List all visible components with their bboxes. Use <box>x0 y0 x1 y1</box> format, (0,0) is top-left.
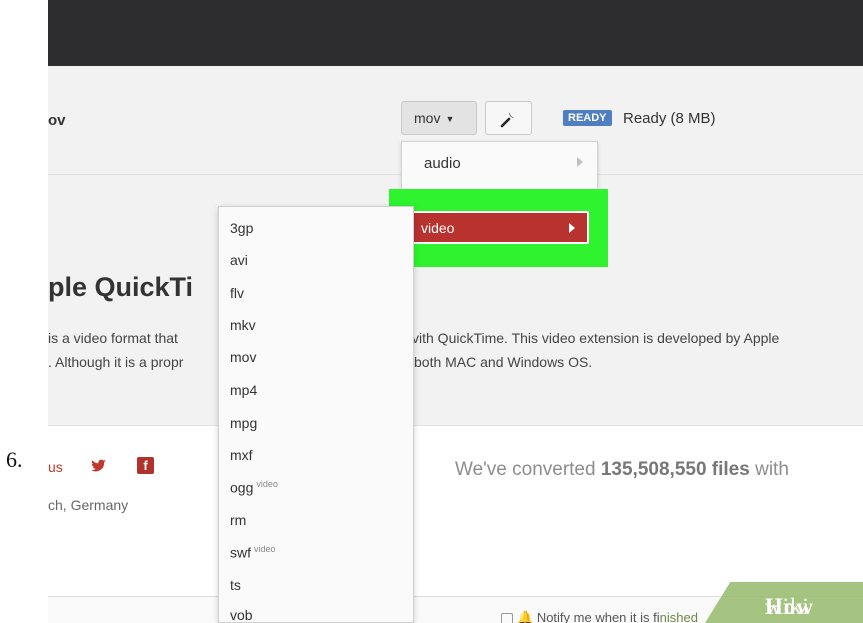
wikihow-watermark: wiki How <box>705 582 863 623</box>
twitter-icon[interactable] <box>91 459 107 477</box>
description-line-1-right: vith QuickTime. This video extension is … <box>412 330 780 346</box>
location-text: ch, Germany <box>48 497 129 513</box>
bell-icon: 🔔 <box>517 610 534 623</box>
format-label: ts <box>230 577 241 593</box>
format-item-3gp[interactable]: 3gp <box>230 220 253 236</box>
settings-button[interactable] <box>485 101 532 135</box>
conversion-stats: We've converted 135,508,550 files with <box>455 459 789 481</box>
format-button-label: mov <box>414 110 441 126</box>
wrench-icon <box>500 112 514 128</box>
format-item-mxf[interactable]: mxf <box>230 447 253 463</box>
chevron-right-icon <box>569 223 575 233</box>
facebook-icon[interactable]: f <box>137 457 154 474</box>
menu-item-label: audio <box>424 155 461 172</box>
status-text: Ready (8 MB) <box>623 110 716 127</box>
format-label: mkv <box>230 317 256 333</box>
top-navbar <box>48 0 863 66</box>
watermark-how: How <box>765 594 814 619</box>
format-label: 3gp <box>230 220 254 236</box>
format-item-ogg[interactable]: ogg video <box>230 479 278 496</box>
social-link[interactable]: us <box>48 459 63 475</box>
format-label: vob <box>230 607 253 623</box>
stats-suffix: with <box>749 459 789 480</box>
format-item-ts[interactable]: ts <box>230 577 241 593</box>
format-item-mpg[interactable]: mpg <box>230 415 257 431</box>
menu-item-video[interactable]: video <box>409 211 589 244</box>
stats-prefix: We've converted <box>455 459 601 480</box>
format-label: avi <box>230 252 248 268</box>
format-tag: video <box>254 544 276 554</box>
description-line-1-left: is a video format that <box>48 330 178 346</box>
format-item-mp4[interactable]: mp4 <box>230 382 257 398</box>
format-item-flv[interactable]: flv <box>230 285 244 301</box>
format-label: ogg <box>230 479 254 496</box>
caret-down-icon: ▼ <box>445 114 455 125</box>
step-number: 6. <box>6 447 23 472</box>
description-line-2-left: . Although it is a propr <box>48 354 184 370</box>
screenshot: ov mov ▼ READY Ready (8 MB) ple QuickTi i… <box>48 0 863 623</box>
notify-checkbox[interactable] <box>501 612 513 623</box>
description-line-2-right: both MAC and Windows OS. <box>414 354 593 370</box>
stats-count: 135,508,550 files <box>600 459 750 480</box>
format-label: mpg <box>230 415 258 431</box>
format-item-rm[interactable]: rm <box>230 512 246 528</box>
notify-text-overlapped: nished <box>659 610 698 623</box>
file-name: ov <box>48 112 66 129</box>
chevron-right-icon <box>577 157 583 167</box>
format-item-vob[interactable]: vob <box>230 607 253 623</box>
format-label: mov <box>230 349 257 365</box>
format-dropdown-button[interactable]: mov ▼ <box>401 101 477 135</box>
format-submenu: 3gp avi flv mkv mov mp4 mpg mxf ogg video… <box>218 206 414 623</box>
format-label: rm <box>230 512 247 528</box>
menu-item-audio[interactable]: audio <box>402 146 597 180</box>
format-label: swf <box>230 544 251 561</box>
format-label: mp4 <box>230 382 258 398</box>
format-tag: video <box>256 479 278 489</box>
page-heading: ple QuickTi <box>48 272 194 302</box>
format-label: flv <box>230 285 244 301</box>
format-item-avi[interactable]: avi <box>230 252 248 268</box>
ready-badge: READY <box>563 110 612 126</box>
notify-text: Notify me when it is fi <box>536 610 660 623</box>
format-item-swf[interactable]: swf video <box>230 544 276 561</box>
format-label: mxf <box>230 447 253 463</box>
format-item-mkv[interactable]: mkv <box>230 317 256 333</box>
menu-item-label: video <box>421 220 455 236</box>
notify-option[interactable]: 🔔 Notify me when it is finished <box>501 610 698 623</box>
format-item-mov[interactable]: mov <box>230 349 256 365</box>
